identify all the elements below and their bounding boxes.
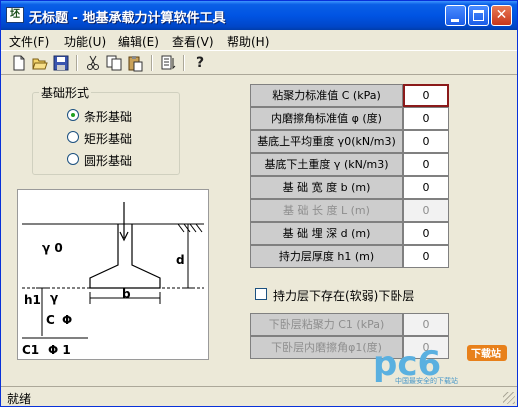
app-icon: 坯 xyxy=(6,7,24,23)
app-window: 坯 无标题 - 地基承载力计算软件工具 ✕ 文件(F) 功能(U) 编辑(E) … xyxy=(0,0,518,407)
radio-label: 圆形基础 xyxy=(84,154,133,168)
watermark-tagline-text: 中国最安全的下载站 xyxy=(395,376,458,385)
param-label: 下卧层粘聚力 C1 (kPa) xyxy=(250,313,403,336)
param-label: 粘聚力标准值 C (kPa) xyxy=(250,84,403,107)
close-icon: ✕ xyxy=(495,7,508,23)
print-icon[interactable] xyxy=(159,54,177,72)
radio-label: 矩形基础 xyxy=(84,132,133,146)
param-label: 基 础 长 度 L (m) xyxy=(250,199,403,222)
footing-outline xyxy=(89,224,161,289)
soft-cohesion-input: 0 xyxy=(403,313,449,336)
menu-help[interactable]: 帮助(H) xyxy=(227,33,269,50)
bearing-thickness-input[interactable]: 0 xyxy=(403,245,449,268)
param-row-soft-cohesion: 下卧层粘聚力 C1 (kPa) 0 xyxy=(250,313,449,336)
param-label: 内磨擦角标准值 φ (度) xyxy=(250,107,403,130)
param-label: 基 础 埋 深 d (m) xyxy=(250,222,403,245)
param-row-unit-weight-below: 基底下土重度 γ (kN/m3) 0 xyxy=(250,153,449,176)
menu-file[interactable]: 文件(F) xyxy=(9,33,49,50)
toolbar-separator xyxy=(76,55,78,71)
close-button[interactable]: ✕ xyxy=(491,5,512,26)
h1-label: h1 xyxy=(24,293,41,307)
open-icon[interactable] xyxy=(31,54,49,72)
new-icon[interactable] xyxy=(10,54,28,72)
gamma-label: γ xyxy=(50,291,58,305)
phi-label: Φ xyxy=(62,313,72,327)
param-row-length: 基 础 长 度 L (m) 0 xyxy=(250,199,449,222)
title-bar[interactable]: 坯 无标题 - 地基承载力计算软件工具 ✕ xyxy=(1,1,517,30)
radio-label: 条形基础 xyxy=(84,110,133,124)
cohesion-label: C xyxy=(46,313,55,327)
soft-layer-checkbox-label[interactable]: 持力层下存在(软弱)下卧层 xyxy=(273,287,414,304)
minimize-icon xyxy=(451,19,459,22)
param-row-width: 基 础 宽 度 b (m) 0 xyxy=(250,176,449,199)
menu-edit[interactable]: 编辑(E) xyxy=(118,33,159,50)
radio-unchecked-icon xyxy=(67,153,79,165)
menu-bar: 文件(F) 功能(U) 编辑(E) 查看(V) 帮助(H) xyxy=(1,30,517,50)
gamma0-label: γ 0 xyxy=(42,241,63,255)
param-label: 基 础 宽 度 b (m) xyxy=(250,176,403,199)
width-input[interactable]: 0 xyxy=(403,176,449,199)
menu-function[interactable]: 功能(U) xyxy=(64,33,106,50)
toolbar: ? xyxy=(1,50,517,75)
help-icon[interactable]: ? xyxy=(191,54,209,72)
menu-view[interactable]: 查看(V) xyxy=(172,33,214,50)
param-label: 基底下土重度 γ (kN/m3) xyxy=(250,153,403,176)
param-row-unit-weight-above: 基底上平均重度 γ0(kN/m3) 0 xyxy=(250,130,449,153)
radio-unchecked-icon xyxy=(67,131,79,143)
unit-weight-above-input[interactable]: 0 xyxy=(403,130,449,153)
friction-angle-input[interactable]: 0 xyxy=(403,107,449,130)
copy-icon[interactable] xyxy=(105,54,123,72)
toolbar-separator xyxy=(151,55,153,71)
ground-hatch xyxy=(177,223,203,233)
param-row-depth: 基 础 埋 深 d (m) 0 xyxy=(250,222,449,245)
status-bar: 就绪 xyxy=(1,386,517,406)
cut-icon[interactable] xyxy=(84,54,102,72)
minimize-button[interactable] xyxy=(445,5,466,26)
length-input: 0 xyxy=(403,199,449,222)
radio-checked-icon xyxy=(67,109,79,121)
phi1-label: Φ 1 xyxy=(48,343,71,357)
width-label: b xyxy=(122,287,131,301)
param-label: 基底上平均重度 γ0(kN/m3) xyxy=(250,130,403,153)
foundation-diagram: d b γ 0 h1 γ C Φ C1 Φ 1 xyxy=(17,189,209,360)
param-label: 持力层厚度 h1 (m) xyxy=(250,245,403,268)
maximize-button[interactable] xyxy=(468,5,489,26)
window-title: 无标题 - 地基承载力计算软件工具 xyxy=(29,11,226,26)
cohesion-input[interactable]: 0 xyxy=(403,84,449,107)
save-icon[interactable] xyxy=(52,54,70,72)
foundation-type-label: 基础形式 xyxy=(39,84,92,101)
watermark-logo: pc6 下载站 中国最安全的下载站 xyxy=(371,341,511,385)
soft-layer-checkbox[interactable] xyxy=(255,288,267,300)
paste-icon[interactable] xyxy=(126,54,144,72)
param-row-friction-angle: 内磨擦角标准值 φ (度) 0 xyxy=(250,107,449,130)
depth-label: d xyxy=(176,253,185,267)
status-text: 就绪 xyxy=(7,392,32,406)
param-row-bearing-thickness: 持力层厚度 h1 (m) 0 xyxy=(250,245,449,268)
watermark-badge-text: 下载站 xyxy=(471,347,501,360)
param-row-cohesion: 粘聚力标准值 C (kPa) 0 xyxy=(250,84,449,107)
toolbar-separator xyxy=(183,55,185,71)
unit-weight-below-input[interactable]: 0 xyxy=(403,153,449,176)
c1-label: C1 xyxy=(22,343,39,357)
resize-grip-icon[interactable] xyxy=(503,392,515,404)
maximize-icon xyxy=(473,10,484,21)
depth-input[interactable]: 0 xyxy=(403,222,449,245)
